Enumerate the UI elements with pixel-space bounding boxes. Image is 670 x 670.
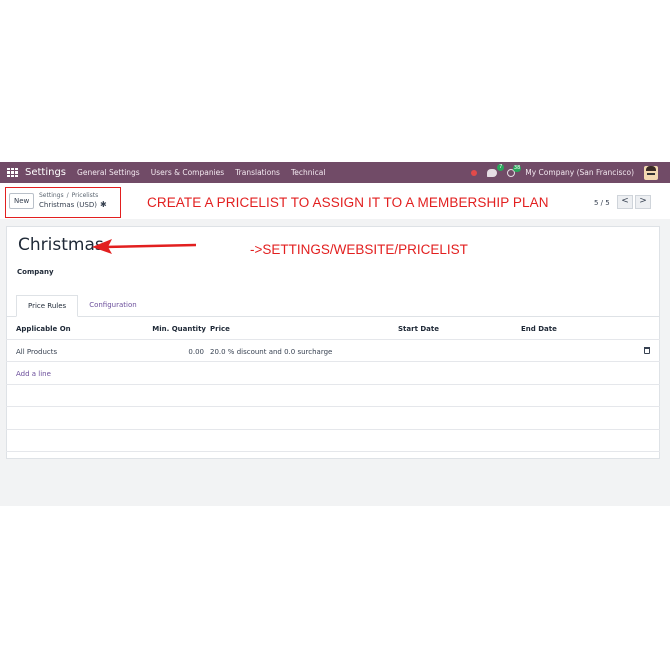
menu-translations[interactable]: Translations <box>235 168 280 177</box>
empty-row <box>6 430 660 452</box>
record-name: Christmas (USD) ✱ <box>39 200 107 209</box>
menu-users-companies[interactable]: Users & Companies <box>151 168 224 177</box>
app-window: Settings General Settings Users & Compan… <box>0 162 670 506</box>
cell-price: 20.0 % discount and 0.0 surcharge <box>210 347 333 356</box>
cell-applicable-on: All Products <box>16 347 58 356</box>
user-avatar[interactable] <box>644 165 658 180</box>
chat-icon[interactable]: 7 <box>487 163 505 177</box>
table-row[interactable]: All Products 0.00 20.0 % discount and 0.… <box>6 340 660 362</box>
col-end-date[interactable]: End Date <box>521 325 557 333</box>
breadcrumb-separator: / <box>66 192 69 199</box>
pager-value[interactable]: 5 / 5 <box>594 199 610 207</box>
col-price[interactable]: Price <box>210 325 230 333</box>
table-header: Applicable On Min. Quantity Price Start … <box>6 317 660 340</box>
annotation-path-text: ->SETTINGS/WEBSITE/PRICELIST <box>250 242 468 257</box>
breadcrumb: Settings / Pricelists <box>39 192 98 199</box>
col-applicable-on[interactable]: Applicable On <box>16 325 71 333</box>
apps-menu-icon[interactable] <box>7 167 19 178</box>
tab-price-rules[interactable]: Price Rules <box>16 295 79 317</box>
activity-count-badge: 38 <box>512 164 522 172</box>
empty-row <box>6 385 660 407</box>
breadcrumb-settings[interactable]: Settings <box>39 192 64 199</box>
new-button[interactable]: New <box>9 193 35 209</box>
menu-technical[interactable]: Technical <box>291 168 325 177</box>
activity-clock-icon[interactable]: 38 <box>507 164 522 177</box>
form-tabs: Price Rules Configuration <box>16 295 148 317</box>
top-navbar: Settings General Settings Users & Compan… <box>0 162 670 183</box>
cell-min-quantity: 0.00 <box>188 347 204 356</box>
record-name-text: Christmas (USD) <box>39 201 97 209</box>
status-dot-icon[interactable] <box>471 169 478 176</box>
price-rules-table: Applicable On Min. Quantity Price Start … <box>6 317 660 452</box>
app-name[interactable]: Settings <box>25 167 66 178</box>
empty-row <box>6 407 660 430</box>
pager-prev-button[interactable]: < <box>617 195 633 209</box>
delete-row-icon[interactable] <box>644 346 650 354</box>
pager-next-button[interactable]: > <box>635 195 651 209</box>
chat-count-badge: 7 <box>497 163 505 171</box>
annotation-arrow-icon <box>92 239 197 254</box>
add-line-link[interactable]: Add a line <box>16 370 51 378</box>
company-switcher[interactable]: My Company (San Francisco) <box>525 168 634 177</box>
gear-icon[interactable]: ✱ <box>100 200 107 209</box>
tab-configuration[interactable]: Configuration <box>78 295 147 317</box>
add-line-row: Add a line <box>6 362 660 385</box>
menu-general-settings[interactable]: General Settings <box>77 168 140 177</box>
annotation-main-text: CREATE A PRICELIST TO ASSIGN IT TO A MEM… <box>147 195 549 210</box>
col-start-date[interactable]: Start Date <box>398 325 439 333</box>
breadcrumb-pricelists[interactable]: Pricelists <box>72 192 99 199</box>
company-label: Company <box>17 268 54 276</box>
navbar-systray: 7 38 My Company (San Francisco) <box>471 162 658 183</box>
col-min-quantity[interactable]: Min. Quantity <box>146 325 206 333</box>
